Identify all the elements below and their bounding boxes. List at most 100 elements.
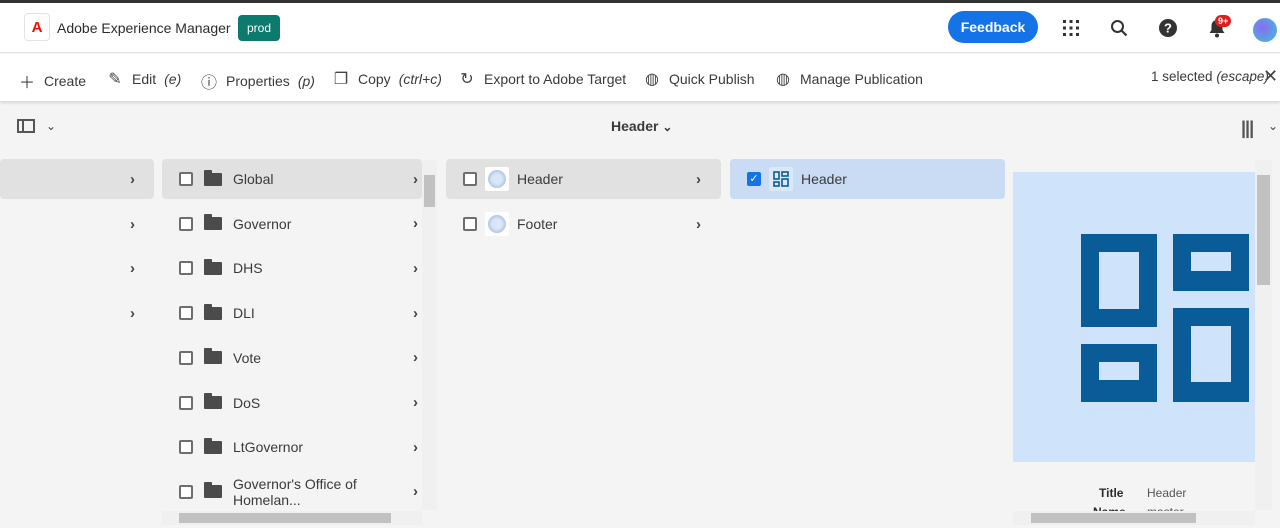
globe-icon: ◍ [645, 71, 659, 88]
folders-vertical-scrollbar[interactable] [422, 160, 437, 510]
meta-title-value: Header [1147, 486, 1187, 500]
help-icon[interactable]: ? [1157, 17, 1179, 39]
selection-shortcut: (escape) [1216, 69, 1269, 84]
folder-icon [204, 169, 222, 186]
checkbox[interactable] [179, 484, 193, 499]
column-folders: Global › Governor › DHS › DLI › Vote › DoS › LtGover… [162, 158, 438, 528]
preview-horizontal-scrollbar[interactable] [1013, 511, 1255, 525]
checkbox[interactable] [179, 395, 193, 410]
checkbox[interactable] [179, 261, 193, 276]
chevron-right-icon[interactable]: › [413, 483, 418, 500]
checkbox[interactable] [179, 440, 193, 455]
list-item-folder[interactable]: Global › [162, 159, 422, 199]
chevron-right-icon: › [130, 170, 135, 188]
folder-icon [204, 348, 222, 365]
checkbox[interactable] [179, 216, 193, 231]
create-button[interactable]: ＋ Create [18, 69, 86, 93]
template-icon [769, 167, 793, 191]
apps-grid-icon[interactable] [1060, 17, 1082, 39]
preview-vertical-scrollbar[interactable] [1255, 160, 1272, 510]
checkbox[interactable] [179, 306, 193, 321]
feedback-button[interactable]: Feedback [948, 11, 1038, 43]
adobe-logo-icon[interactable]: A [24, 13, 50, 41]
scrollbar-thumb[interactable] [1031, 513, 1196, 523]
content-subheader: ⌄ Header ⌄ ||| ⌄ [0, 101, 1280, 151]
export-to-target-button[interactable]: ↻ Export to Adobe Target [458, 69, 626, 89]
list-item-footer[interactable]: Footer › [446, 204, 721, 244]
export-target-icon: ↻ [460, 71, 474, 88]
checkbox[interactable] [463, 172, 477, 186]
item-label: DLI [233, 305, 255, 322]
chevron-right-icon[interactable]: › [413, 171, 418, 188]
breadcrumb-label: Header [611, 118, 659, 134]
rail-toggle-icon[interactable] [17, 119, 35, 133]
list-item[interactable]: › [0, 293, 154, 333]
list-item-selected[interactable]: ✓ Header [730, 159, 1005, 199]
chevron-right-icon[interactable]: › [413, 260, 418, 277]
column-view-icon[interactable]: ||| [1241, 118, 1254, 139]
scrollbar-thumb[interactable] [424, 175, 435, 207]
scrollbar-thumb[interactable] [179, 513, 391, 523]
list-item[interactable]: › [0, 159, 154, 199]
copy-shortcut: (ctrl+c) [398, 71, 442, 87]
user-avatar[interactable] [1253, 18, 1277, 42]
info-icon: ⓘ [200, 75, 217, 92]
manage-publication-button[interactable]: ◍ Manage Publication [774, 69, 923, 89]
preview-thumbnail [1013, 172, 1255, 462]
chevron-right-icon[interactable]: › [413, 394, 418, 411]
list-item[interactable]: › [0, 204, 154, 244]
notification-count-badge: 9+ [1215, 15, 1232, 27]
page-thumbnail [485, 212, 509, 236]
chevron-right-icon: › [130, 259, 135, 277]
list-item-folder[interactable]: Vote › [162, 338, 422, 378]
list-item-folder[interactable]: DHS › [162, 248, 422, 288]
folder-icon [204, 214, 222, 231]
view-chevron-down-icon[interactable]: ⌄ [1268, 119, 1278, 133]
rail-chevron-down-icon[interactable]: ⌄ [46, 119, 56, 133]
checkbox-checked[interactable]: ✓ [747, 172, 761, 186]
globe-clock-icon: ◍ [776, 71, 790, 88]
chevron-right-icon[interactable]: › [413, 439, 418, 456]
folders-horizontal-scrollbar[interactable] [162, 511, 422, 525]
quick-publish-label: Quick Publish [669, 71, 755, 87]
create-label: Create [44, 73, 87, 89]
quick-publish-button[interactable]: ◍ Quick Publish [643, 69, 755, 89]
list-item-folder[interactable]: DoS › [162, 383, 422, 423]
pencil-icon: ✎ [108, 71, 122, 88]
plus-icon: ＋ [18, 75, 35, 92]
checkbox[interactable] [463, 217, 477, 231]
chevron-right-icon[interactable]: › [413, 349, 418, 366]
copy-button[interactable]: ❐ Copy (ctrl+c) [332, 69, 442, 89]
folder-icon [204, 437, 222, 454]
global-header: A Adobe Experience Manager prod Feedback… [0, 3, 1280, 53]
clear-selection-close-icon[interactable]: ✕ [1263, 66, 1278, 87]
breadcrumb-title[interactable]: Header ⌄ [611, 118, 672, 134]
list-item-folder[interactable]: Governor's Office of Homelan... › [162, 472, 422, 512]
edit-shortcut: (e) [164, 71, 182, 87]
copy-icon: ❐ [333, 71, 349, 88]
chevron-right-icon: › [130, 304, 135, 322]
page-thumbnail [485, 167, 509, 191]
item-label: Vote [233, 349, 262, 366]
scrollbar-thumb[interactable] [1257, 175, 1270, 285]
app-title[interactable]: Adobe Experience Manager [57, 20, 231, 36]
list-item[interactable]: › [0, 248, 154, 288]
chevron-right-icon[interactable]: › [413, 215, 418, 232]
chevron-right-icon[interactable]: › [696, 216, 701, 233]
list-item-header[interactable]: Header › [446, 159, 721, 199]
action-bar: ＋ Create ✎ Edit (e) ⓘ Properties (p) ❐ Copy (ct… [0, 54, 1280, 101]
chevron-right-icon[interactable]: › [413, 305, 418, 322]
search-icon[interactable] [1108, 17, 1130, 39]
edit-button[interactable]: ✎ Edit (e) [106, 69, 181, 89]
item-label: Header [801, 171, 847, 187]
properties-button[interactable]: ⓘ Properties (p) [200, 69, 315, 93]
item-label: Footer [517, 216, 558, 232]
checkbox[interactable] [179, 172, 193, 186]
list-item-folder[interactable]: DLI › [162, 293, 422, 333]
list-item-folder[interactable]: LtGovernor › [162, 427, 422, 467]
item-label: Governor [233, 215, 292, 232]
chevron-right-icon[interactable]: › [696, 171, 701, 188]
item-label: Global [233, 171, 274, 187]
list-item-folder[interactable]: Governor › [162, 204, 422, 244]
checkbox[interactable] [179, 350, 193, 365]
